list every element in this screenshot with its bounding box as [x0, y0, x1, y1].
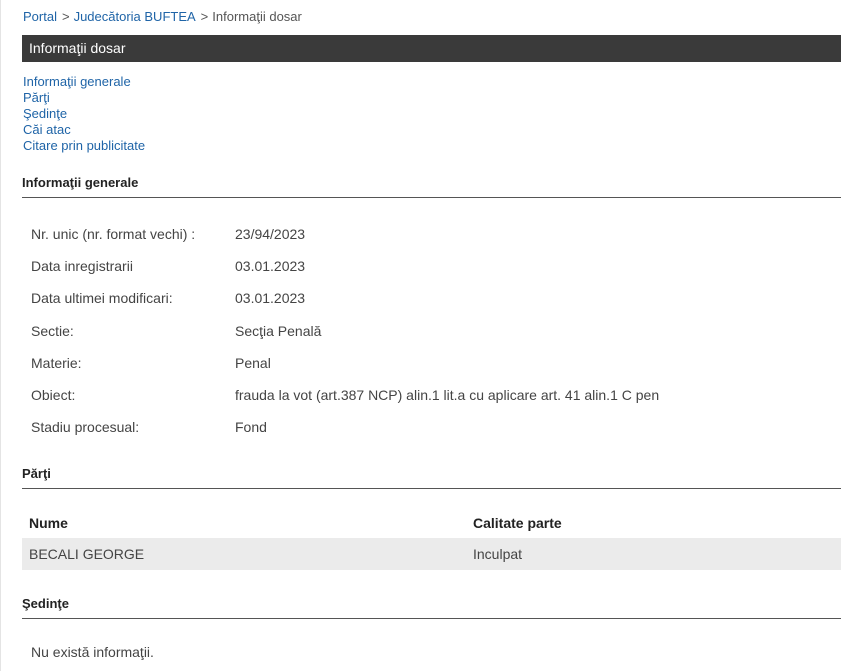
- section-nav: Informaţii generale Părţi Şedinţe Căi at…: [23, 74, 145, 154]
- info-row: Data ultimei modificari: 03.01.2023: [31, 282, 659, 314]
- info-row: Stadiu procesual: Fond: [31, 411, 659, 443]
- page: Portal > Judecătoria BUFTEA > Informaţii dos…: [0, 0, 855, 671]
- info-label: Sectie:: [31, 322, 74, 339]
- info-label: Materie:: [31, 354, 82, 371]
- info-row: Materie: Penal: [31, 347, 659, 379]
- info-value: 03.01.2023: [235, 258, 306, 275]
- table-row: BECALI GEORGE Inculpat: [22, 538, 841, 570]
- page-title-bar: Informaţii dosar: [22, 35, 841, 62]
- breadcrumb-current: Informaţii dosar: [212, 9, 302, 24]
- nav-link-informatii-generale[interactable]: Informaţii generale: [23, 74, 145, 90]
- info-label: Nr. unic (nr. format vechi) :: [31, 226, 196, 243]
- breadcrumb-separator: >: [200, 9, 209, 24]
- info-value: Fond: [235, 419, 267, 436]
- party-role: Inculpat: [473, 546, 523, 562]
- table-header-row: Nume Calitate parte: [22, 508, 841, 538]
- breadcrumb: Portal > Judecătoria BUFTEA > Informaţii dos…: [23, 9, 302, 25]
- info-label: Data inregistrarii: [31, 258, 133, 275]
- info-label: Stadiu procesual:: [31, 419, 140, 436]
- info-label: Data ultimei modificari:: [31, 290, 173, 307]
- info-label: Obiect:: [31, 387, 76, 404]
- info-value: 03.01.2023: [235, 290, 306, 307]
- section-title-parti: Părţi: [22, 466, 841, 489]
- column-header-nume: Nume: [29, 515, 68, 531]
- info-row: Sectie: Secţia Penală: [31, 315, 659, 347]
- sedinte-empty-message: Nu există informaţii.: [31, 644, 154, 660]
- nav-link-cai-atac[interactable]: Căi atac: [23, 122, 145, 138]
- breadcrumb-portal-link[interactable]: Portal: [23, 9, 57, 24]
- parti-table: Nume Calitate parte BECALI GEORGE Inculp…: [22, 508, 841, 570]
- left-border: [0, 0, 1, 671]
- section-title-sedinte: Şedinţe: [22, 596, 841, 619]
- column-header-calitate-parte: Calitate parte: [473, 515, 562, 531]
- general-info-table: Nr. unic (nr. format vechi) : 23/94/2023…: [31, 218, 659, 443]
- page-title: Informaţii dosar: [29, 40, 126, 56]
- nav-link-parti[interactable]: Părţi: [23, 90, 145, 106]
- info-value: 23/94/2023: [235, 226, 306, 243]
- info-row: Data inregistrarii 03.01.2023: [31, 250, 659, 282]
- section-title-informatii-generale: Informaţii generale: [22, 175, 841, 198]
- info-value: Penal: [235, 354, 271, 371]
- nav-link-sedinte[interactable]: Şedinţe: [23, 106, 145, 122]
- breadcrumb-separator: >: [61, 9, 70, 24]
- info-value: Secţia Penală: [235, 322, 322, 339]
- party-name: BECALI GEORGE: [29, 546, 145, 562]
- info-value: frauda la vot (art.387 NCP) alin.1 lit.a…: [235, 387, 660, 404]
- nav-link-citare-prin-publicitate[interactable]: Citare prin publicitate: [23, 138, 145, 154]
- breadcrumb-court-link[interactable]: Judecătoria BUFTEA: [74, 9, 196, 24]
- info-row: Obiect: frauda la vot (art.387 NCP) alin…: [31, 379, 659, 411]
- info-row: Nr. unic (nr. format vechi) : 23/94/2023: [31, 218, 659, 250]
